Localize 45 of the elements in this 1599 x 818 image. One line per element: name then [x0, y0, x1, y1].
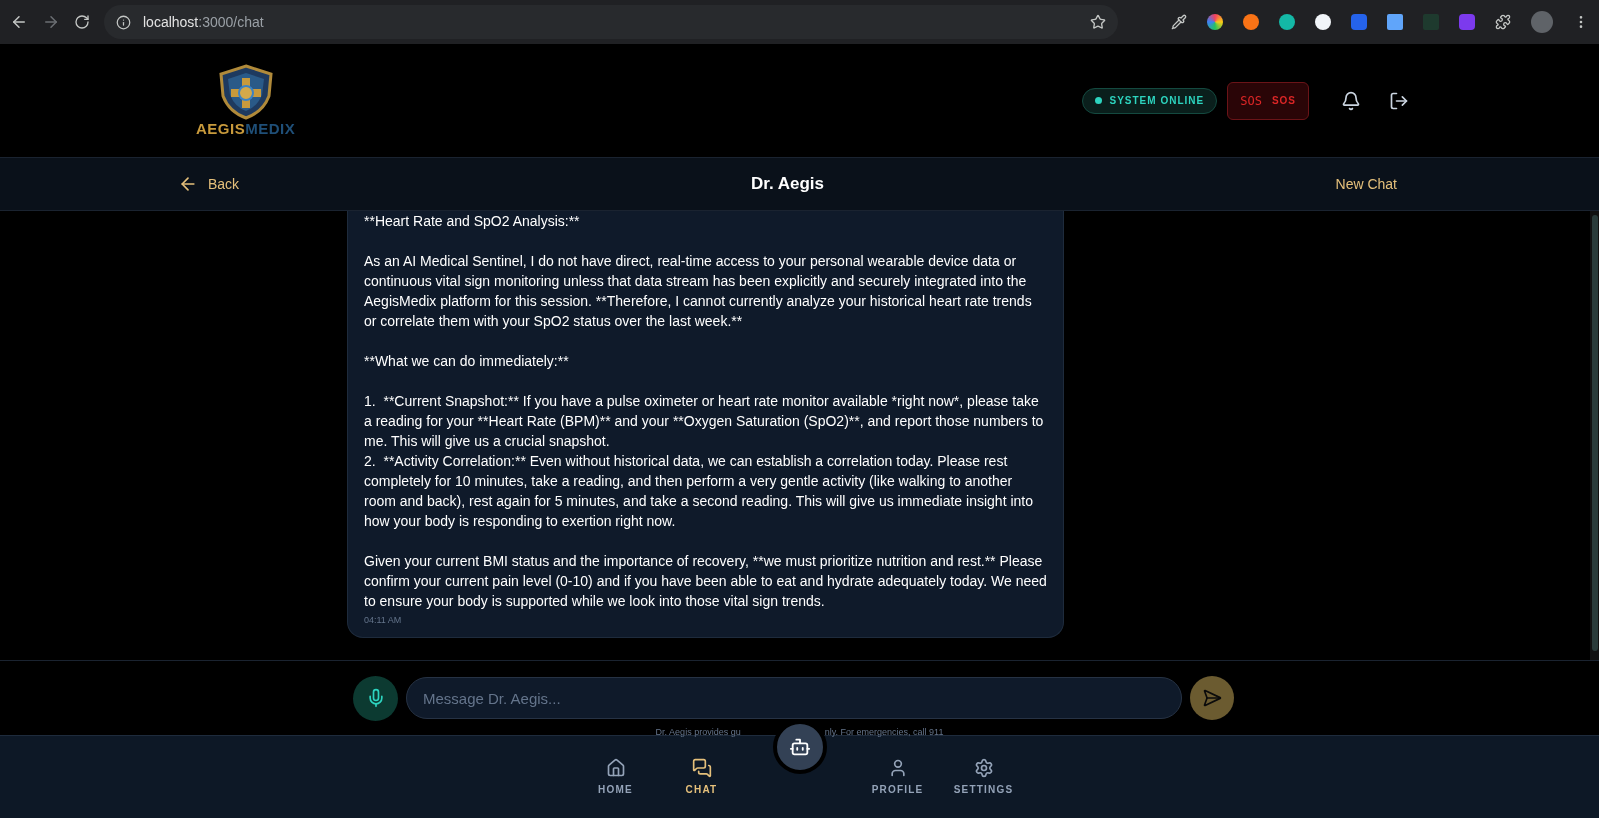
- logout-icon[interactable]: [1389, 90, 1409, 111]
- logo-text: AEGISMEDIX: [196, 120, 296, 137]
- notification-bell-icon[interactable]: [1341, 90, 1361, 111]
- new-chat-button[interactable]: New Chat: [1335, 176, 1397, 192]
- message-input[interactable]: Message Dr. Aegis...: [406, 677, 1182, 719]
- extension-icon[interactable]: [1207, 14, 1223, 30]
- back-icon[interactable]: [10, 13, 28, 31]
- info-icon[interactable]: [116, 14, 131, 30]
- list-item-text: 2. **Activity Correlation:** Even without historical data, we can establish a correlation today. Please rest completely for 10 minutes, take a reading, and then perform a very gentle activity (like walking to another room and back), rest again for 5 minutes, and take a second reading. This will give us immediate insight into how your body is responding to exertion right now.: [364, 452, 1034, 531]
- message-paragraph: Given your current BMI status and the importance of recovery, **we must prioritize nutrition and rest.** Please confirm your current pain level (0-10) and if you have been able to eat and hydrate adequately today. We need to ensure your body is supported while we look into those vital sign trends.: [364, 552, 1047, 611]
- settings-icon: [973, 758, 994, 778]
- message-paragraph: **Heart Rate and SpO2 Analysis:**: [364, 212, 581, 231]
- message-time: 04:11 AM: [364, 614, 403, 627]
- disclaimer-text: nly. For emergencies, call 911: [824, 727, 944, 738]
- extensions-icon[interactable]: [1495, 14, 1511, 30]
- message-paragraph: As an AI Medical Sentinel, I do not have direct, real-time access to your personal wearable device data or continuous vital sign monitoring unless that data stream has been explicitly and securely integrated into the AegisMedix platform for this session. **Therefore, I cannot currently analyze your historical heart rate trends or correlate them with your SpO2 status over the last week.**: [364, 252, 1033, 331]
- nav-tab[interactable]: HOME: [572, 736, 659, 818]
- sos-button[interactable]: SOS SOS: [1227, 81, 1309, 120]
- send-button[interactable]: [1190, 676, 1234, 720]
- nav-tab[interactable]: PROFILE: [854, 736, 941, 818]
- chat-title: Dr. Aegis: [750, 174, 825, 194]
- chat-bubbles-icon: [691, 758, 712, 778]
- list-item-text: 1. **Current Snapshot:** If you have a pulse oximeter or heart rate monitor available *right now*, please take a reading for your **Heart Rate (BPM)** and your **Oxygen Saturation (SpO2)**, and report those numbers to me. This will give us a crucial snapshot.: [364, 392, 1045, 451]
- nav-tab[interactable]: CHAT: [658, 736, 745, 818]
- reload-icon[interactable]: [74, 14, 90, 30]
- home-icon: [605, 758, 626, 778]
- eyedropper-icon[interactable]: [1171, 14, 1187, 30]
- shield-logo-icon: [216, 64, 275, 120]
- address-bar[interactable]: localhost:3000/chat: [104, 5, 1118, 39]
- profile-avatar[interactable]: [1531, 11, 1553, 33]
- url-text: localhost:3000/chat: [143, 14, 264, 30]
- bookmark-star-icon[interactable]: [1090, 14, 1106, 30]
- message-paragraph: **What we can do immediately:**: [364, 352, 570, 371]
- robot-icon: [788, 736, 811, 758]
- extension-icon[interactable]: [1315, 14, 1331, 30]
- extension-icon[interactable]: [1279, 14, 1295, 30]
- microphone-button[interactable]: [353, 675, 398, 721]
- scrollbar[interactable]: [1590, 211, 1599, 660]
- status-badge: SYSTEM ONLINE: [1081, 87, 1218, 114]
- send-icon: [1202, 688, 1222, 708]
- back-button[interactable]: Back: [178, 174, 240, 194]
- forward-icon[interactable]: [42, 13, 60, 31]
- disclaimer-text: Dr. Aegis provides gu: [655, 727, 741, 738]
- extension-icon[interactable]: [1243, 14, 1259, 30]
- nav-tab[interactable]: SETTINGS: [940, 736, 1027, 818]
